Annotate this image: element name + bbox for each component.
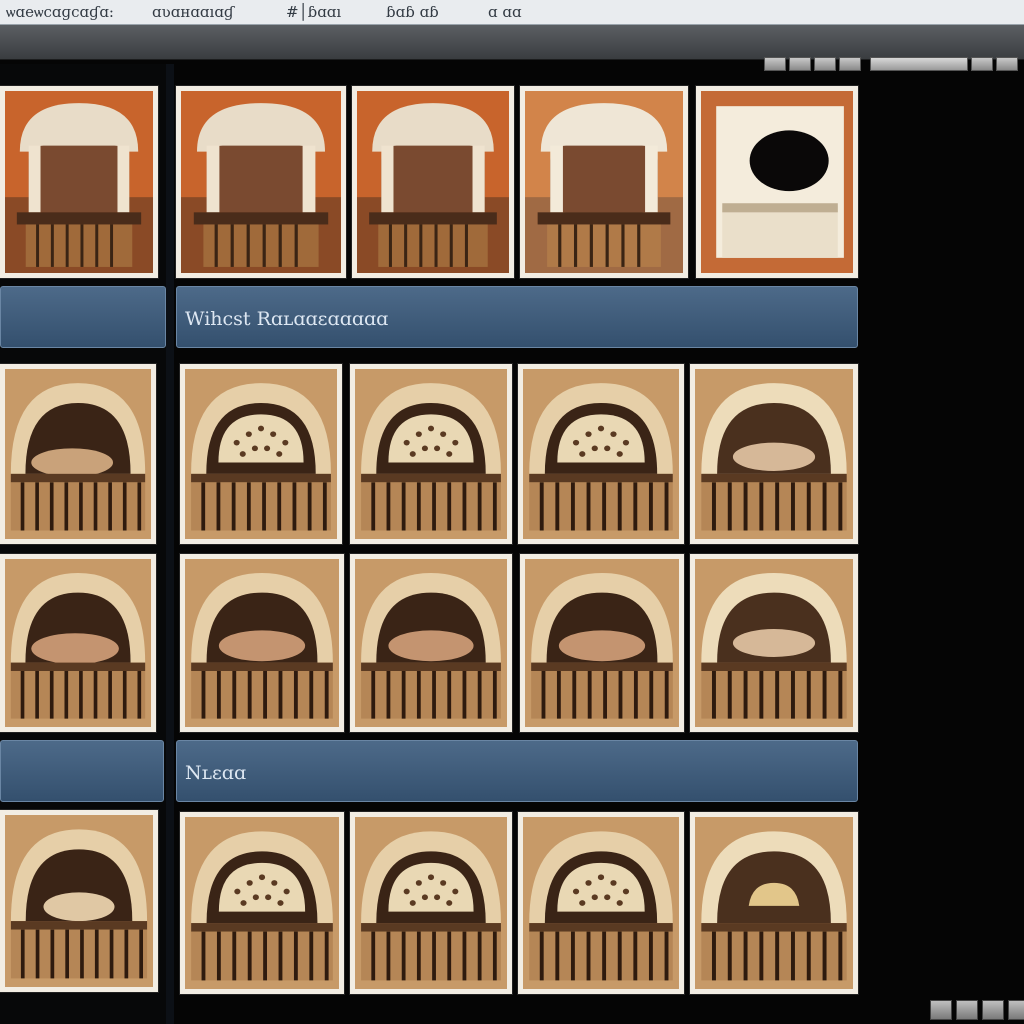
thumbnail[interactable]	[518, 812, 684, 994]
title-segment: ѡɑеѡсɑɡcɑɠɑ:	[6, 3, 114, 21]
title-segment: #│ɓɑɑı	[286, 3, 342, 21]
oven-photo-icon	[5, 91, 153, 273]
toolbar-field[interactable]	[870, 57, 968, 71]
status-button[interactable]	[930, 1000, 952, 1020]
thumbnail[interactable]	[350, 364, 512, 544]
oven-photo-icon	[5, 369, 151, 539]
thumbnail[interactable]	[350, 554, 512, 732]
thumbnail[interactable]	[518, 364, 684, 544]
oven-photo-icon	[355, 817, 507, 989]
thumbnail[interactable]	[352, 86, 514, 278]
title-segment: ɓɑɓ ɑɓ	[386, 3, 439, 21]
oven-photo-icon	[525, 91, 683, 273]
thumbnail[interactable]	[690, 554, 858, 732]
thumbnail[interactable]	[180, 364, 342, 544]
oven-photo-icon	[695, 559, 853, 727]
oven-photo-icon	[695, 817, 853, 989]
status-button[interactable]	[956, 1000, 978, 1020]
oven-photo-icon	[185, 369, 337, 539]
toolbar-button[interactable]	[764, 57, 786, 71]
thumbnail[interactable]	[180, 554, 344, 732]
oven-photo-icon	[523, 369, 679, 539]
toolbar-button[interactable]	[839, 57, 861, 71]
thumbnail[interactable]	[0, 810, 158, 992]
oven-photo-icon	[185, 817, 339, 989]
section-title: Wihcst Rɑʟɑɑɛɑɑɑɑɑ	[185, 308, 389, 330]
section-title: Nʟɛɑɑ	[185, 762, 247, 784]
thumbnail[interactable]	[350, 812, 512, 994]
oven-photo-icon	[701, 91, 853, 273]
oven-photo-icon	[5, 559, 151, 727]
status-buttons	[930, 1000, 1024, 1020]
oven-photo-icon	[523, 817, 679, 989]
oven-photo-icon	[357, 91, 509, 273]
thumbnail[interactable]	[0, 86, 158, 278]
thumbnail[interactable]	[0, 554, 156, 732]
oven-photo-icon	[525, 559, 679, 727]
oven-photo-icon	[355, 559, 507, 727]
section-header-left[interactable]	[0, 286, 166, 348]
title-bar: ѡɑеѡсɑɡcɑɠɑ: ɑʋɑнɑɑıɑɠ #│ɓɑɑı ɓɑɓ ɑɓ ɑ ɑ…	[0, 0, 1024, 25]
toolbar-button[interactable]	[971, 57, 993, 71]
toolbar-button[interactable]	[996, 57, 1018, 71]
section-header[interactable]: Wihcst Rɑʟɑɑɛɑɑɑɑɑ	[176, 286, 858, 348]
thumbnail[interactable]	[690, 812, 858, 994]
oven-photo-icon	[181, 91, 341, 273]
thumbnail[interactable]	[180, 812, 344, 994]
thumbnail[interactable]	[696, 86, 858, 278]
thumbnail[interactable]	[520, 86, 688, 278]
panel-divider[interactable]	[166, 64, 174, 1024]
thumbnail[interactable]	[0, 364, 156, 544]
menu-bar	[0, 25, 1024, 60]
oven-photo-icon	[5, 815, 153, 987]
oven-photo-icon	[695, 369, 853, 539]
title-segment: ɑ ɑɑ	[488, 3, 522, 21]
toolbar	[764, 57, 1018, 71]
thumbnail[interactable]	[690, 364, 858, 544]
status-button[interactable]	[1008, 1000, 1024, 1020]
status-button[interactable]	[982, 1000, 1004, 1020]
section-header[interactable]: Nʟɛɑɑ	[176, 740, 858, 802]
oven-photo-icon	[185, 559, 339, 727]
toolbar-button[interactable]	[789, 57, 811, 71]
toolbar-button[interactable]	[814, 57, 836, 71]
thumbnail[interactable]	[520, 554, 684, 732]
thumbnail[interactable]	[176, 86, 346, 278]
oven-photo-icon	[355, 369, 507, 539]
section-header-left[interactable]	[0, 740, 164, 802]
title-segment: ɑʋɑнɑɑıɑɠ	[152, 3, 235, 21]
